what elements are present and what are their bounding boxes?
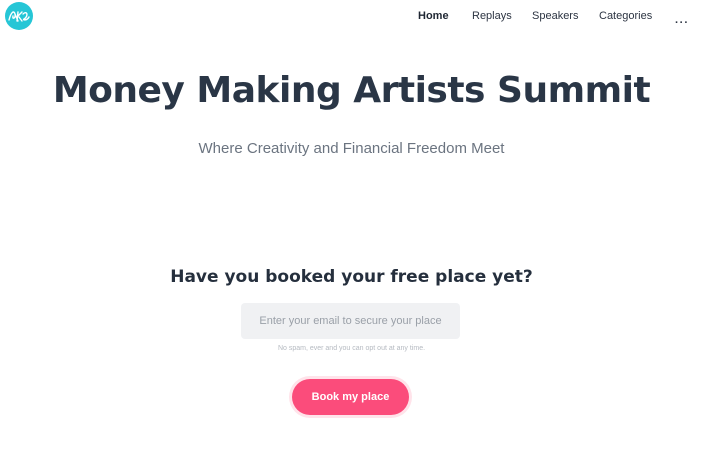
page-title: Money Making Artists Summit — [52, 70, 651, 111]
page: Home Replays Speakers Categories ··· Mon… — [0, 0, 703, 460]
more-menu-icon[interactable]: ··· — [675, 17, 689, 29]
page-subtitle: Where Creativity and Financial Freedom M… — [198, 140, 505, 157]
nav-item-categories[interactable]: Categories — [599, 10, 652, 22]
nav-item-home[interactable]: Home — [418, 10, 449, 22]
book-my-place-button[interactable]: Book my place — [292, 379, 409, 415]
signup-heading: Have you booked your free place yet? — [170, 267, 533, 287]
email-field[interactable] — [241, 303, 460, 339]
top-nav: Home Replays Speakers Categories ··· — [0, 9, 703, 29]
spam-disclaimer: No spam, ever and you can opt out at any… — [277, 345, 426, 352]
nav-item-replays[interactable]: Replays — [472, 10, 512, 22]
nav-item-speakers[interactable]: Speakers — [532, 10, 578, 22]
